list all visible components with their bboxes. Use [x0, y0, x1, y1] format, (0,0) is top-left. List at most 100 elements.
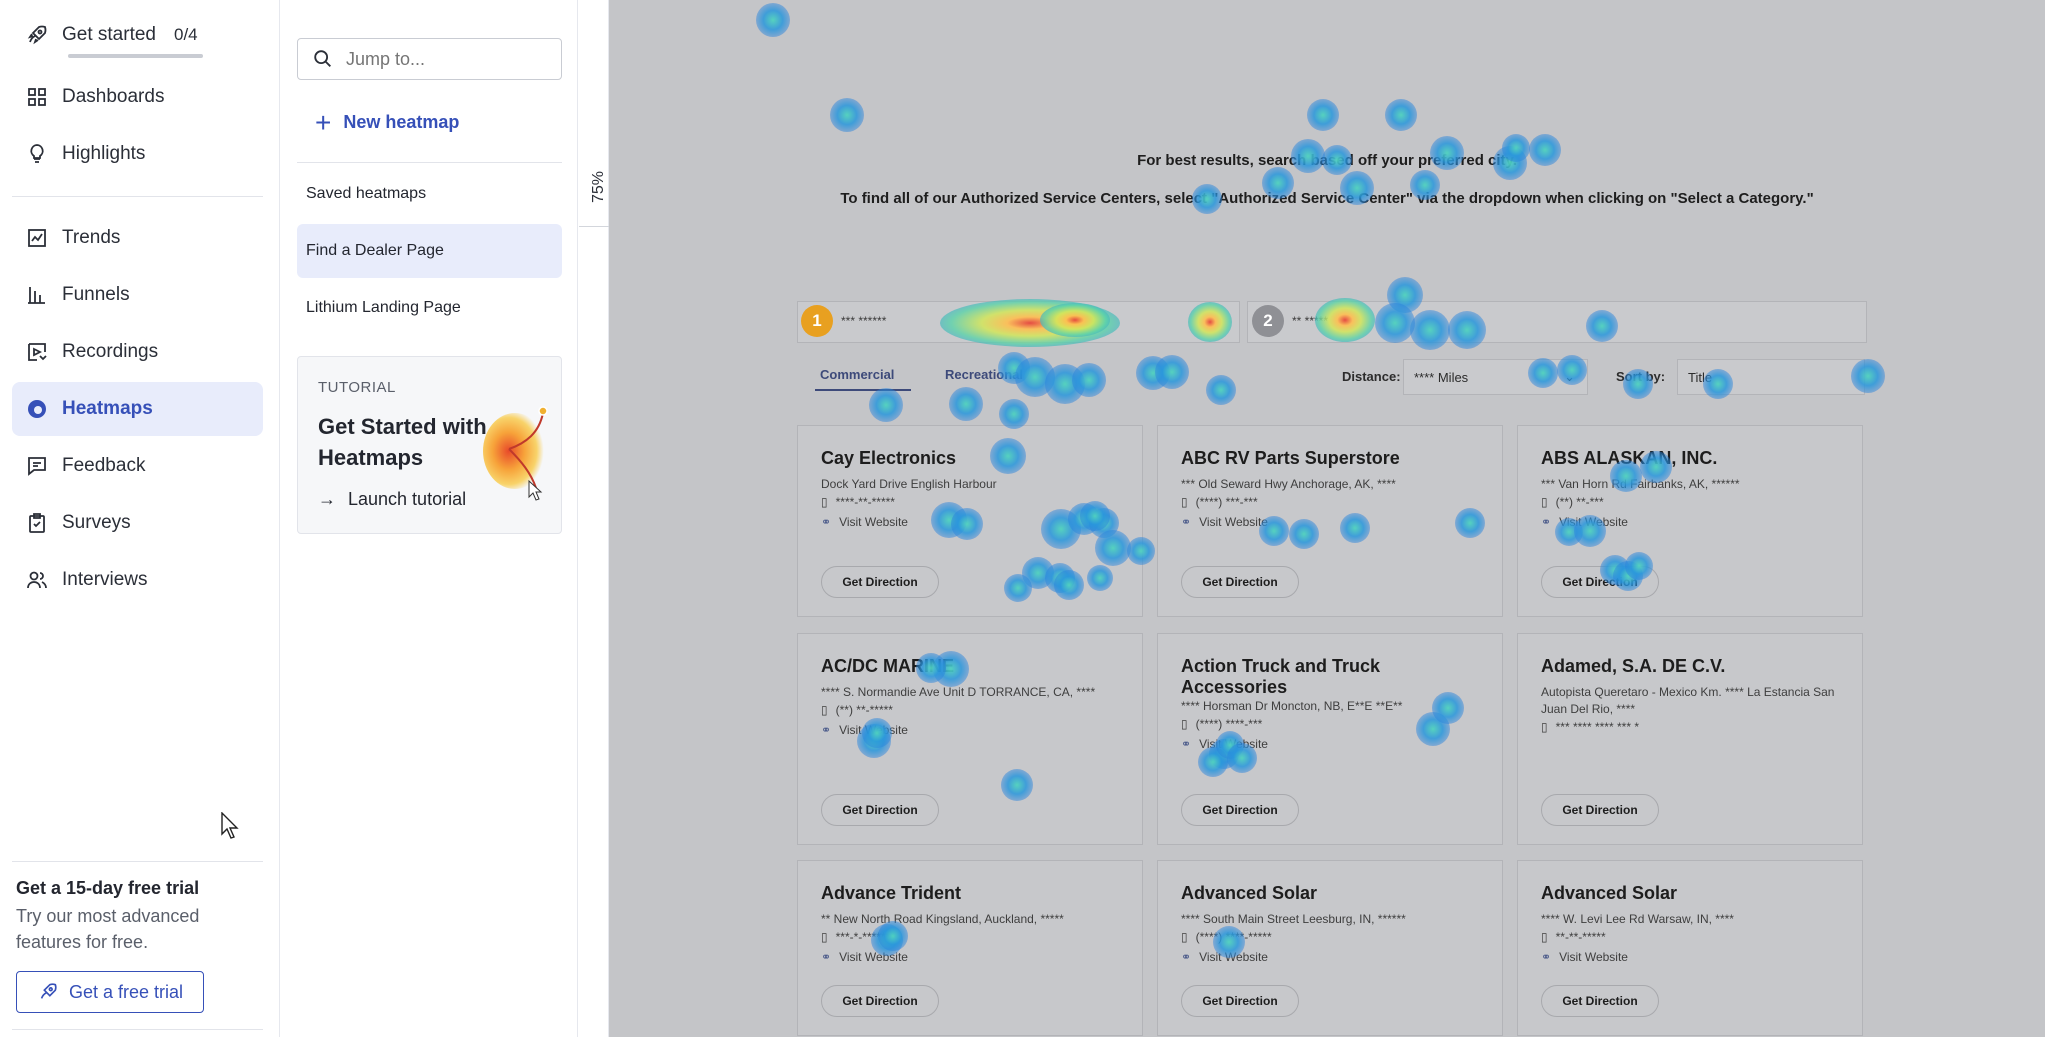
nav-feedback[interactable]: Feedback	[12, 439, 263, 493]
get-direction-button[interactable]: Get Direction	[1181, 566, 1299, 598]
dealer-address: Autopista Queretaro - Mexico Km. **** La…	[1541, 685, 1835, 716]
heat-spot	[1072, 363, 1106, 397]
heatmap-canvas[interactable]: For best results, search based off your …	[609, 0, 2045, 1037]
launch-tutorial-link[interactable]: → Launch tutorial	[318, 489, 466, 510]
dealer-card: Adamed, S.A. DE C.V. Autopista Queretaro …	[1517, 633, 1863, 845]
dealer-phone-value: (**) **-*****	[835, 703, 893, 717]
dashboards-icon	[12, 85, 62, 109]
nav-recordings[interactable]: Recordings	[12, 325, 263, 379]
distance-select[interactable]: **** Miles ⌄	[1403, 359, 1588, 395]
phone-icon: ▯	[1181, 930, 1188, 944]
nav-get-started-label: Get started	[62, 24, 156, 45]
dealer-card: ABC RV Parts Superstore *** Old Seward Hw…	[1157, 425, 1503, 617]
phone-icon: ▯	[1541, 930, 1548, 944]
dealer-website-link[interactable]: ⚭ Visit Website	[821, 515, 908, 529]
dealer-name: Advanced Solar	[1541, 883, 1678, 903]
dealer-website-label: Visit Website	[1199, 950, 1268, 964]
link-icon: ⚭	[1181, 737, 1192, 751]
intro-line-1: For best results, search based off your …	[1137, 152, 1517, 169]
trends-icon	[12, 226, 62, 250]
nav-heatmaps[interactable]: Heatmaps	[12, 382, 263, 436]
category-search-value: ** *****	[1292, 314, 1329, 328]
surveys-icon	[12, 511, 62, 535]
get-direction-button[interactable]: Get Direction	[821, 985, 939, 1017]
dealer-website-link[interactable]: ⚭ Visit Website	[1541, 950, 1628, 964]
dealer-website-link[interactable]: ⚭ Visit Website	[1181, 515, 1268, 529]
get-direction-button[interactable]: Get Direction	[821, 566, 939, 598]
nav-divider	[12, 196, 263, 197]
category-search-input[interactable]	[1247, 301, 1867, 343]
new-heatmap-label: New heatmap	[343, 112, 460, 132]
dealer-card: Advance Trident ** New North Road Kingsla…	[797, 860, 1143, 1036]
heat-spot	[949, 387, 983, 421]
dealer-address: **** South Main Street Leesburg, IN, ***…	[1181, 912, 1406, 926]
dealer-phone-value: (****) ****-***	[1195, 717, 1263, 731]
heat-spot	[756, 3, 790, 37]
dealer-name: ABC RV Parts Superstore	[1181, 448, 1400, 468]
jump-to-search[interactable]	[297, 38, 562, 80]
nav-dashboards[interactable]: Dashboards	[12, 70, 263, 124]
dealer-website-label: Visit Website	[1559, 950, 1628, 964]
saved-heatmap-item[interactable]: Find a Dealer Page	[297, 224, 562, 278]
sort-select[interactable]: Title	[1677, 359, 1865, 395]
zoom-level-label[interactable]: 75%	[590, 170, 608, 204]
heatmaps-icon	[12, 397, 62, 421]
tab-commercial[interactable]: Commercial	[820, 367, 894, 382]
tab-recreational[interactable]: Recreational	[945, 367, 1023, 382]
dealer-phone: ▯ ***-*-******	[821, 930, 890, 944]
dealer-name: Action Truck and Truck Accessories	[1181, 656, 1381, 697]
dealer-website-link[interactable]: ⚭ Visit Website	[821, 950, 908, 964]
nav-heatmaps-label: Heatmaps	[62, 398, 153, 419]
nav-feedback-label: Feedback	[62, 455, 146, 476]
dealer-phone: ▯ (****) ***-***	[1181, 495, 1258, 509]
nav-surveys-label: Surveys	[62, 512, 131, 533]
heat-spot	[1206, 375, 1236, 405]
dealer-website-label: Visit Website	[1199, 737, 1268, 751]
intro-line-2: To find all of our Authorized Service Ce…	[840, 190, 1814, 207]
phone-icon: ▯	[1541, 720, 1548, 734]
nav-surveys[interactable]: Surveys	[12, 496, 263, 550]
nav-funnels[interactable]: Funnels	[12, 268, 263, 322]
get-free-trial-button[interactable]: Get a free trial	[16, 971, 204, 1013]
nav-interviews[interactable]: Interviews	[12, 553, 263, 607]
heatmaps-panel: + New heatmap Saved heatmaps Find a Deal…	[281, 0, 578, 1037]
phone-icon: ▯	[821, 495, 828, 509]
link-icon: ⚭	[821, 515, 832, 529]
nav-dashboards-label: Dashboards	[62, 86, 165, 107]
nav-funnels-label: Funnels	[62, 284, 130, 305]
dealer-website-link[interactable]: ⚭ Visit Website	[1181, 950, 1268, 964]
jump-to-input[interactable]	[346, 48, 546, 70]
nav-trends[interactable]: Trends	[12, 211, 263, 265]
heat-spot	[1045, 364, 1085, 404]
get-direction-button[interactable]: Get Direction	[1541, 566, 1659, 598]
get-direction-button[interactable]: Get Direction	[1541, 985, 1659, 1017]
get-direction-button[interactable]: Get Direction	[1541, 794, 1659, 826]
dealer-website-label: Visit Website	[1199, 515, 1268, 529]
sort-label: Sort by:	[1616, 369, 1666, 384]
get-direction-button[interactable]: Get Direction	[1181, 794, 1299, 826]
dealer-name: AC/DC MARINE	[821, 656, 954, 676]
trial-subtitle: Try our most advanced features for free.	[16, 906, 200, 952]
heat-spot	[830, 98, 864, 132]
saved-heatmap-item[interactable]: Lithium Landing Page	[297, 281, 562, 335]
search-step-badge: 2	[1252, 305, 1284, 337]
get-direction-button[interactable]: Get Direction	[821, 794, 939, 826]
nav-highlights[interactable]: Highlights	[12, 127, 263, 181]
dealer-address: **** W. Levi Lee Rd Warsaw, IN, ****	[1541, 912, 1734, 926]
dealer-card: Cay Electronics Dock Yard Drive English H…	[797, 425, 1143, 617]
dealer-website-label: Visit Website	[839, 950, 908, 964]
dealer-phone: ▯ (**) **-*****	[821, 703, 893, 717]
dealer-website-link[interactable]: ⚭ Visit Website	[1541, 515, 1628, 529]
get-started-progress-count: 0/4	[174, 25, 198, 44]
dealer-website-link[interactable]: ⚭ Visit Website	[1181, 737, 1268, 751]
distance-label: Distance:	[1342, 369, 1401, 384]
new-heatmap-button[interactable]: + New heatmap	[315, 108, 460, 136]
tutorial-card[interactable]: TUTORIAL Get Started with Heatmaps → Lau…	[297, 356, 562, 534]
get-free-trial-label: Get a free trial	[68, 981, 184, 1002]
dealer-website-link[interactable]: ⚭ Visit Website	[821, 723, 908, 737]
dealer-name: Cay Electronics	[821, 448, 957, 468]
get-started-progress-bar	[68, 54, 203, 58]
link-icon: ⚭	[821, 950, 832, 964]
get-direction-button[interactable]: Get Direction	[1181, 985, 1299, 1017]
sort-value: Title	[1688, 369, 1713, 385]
